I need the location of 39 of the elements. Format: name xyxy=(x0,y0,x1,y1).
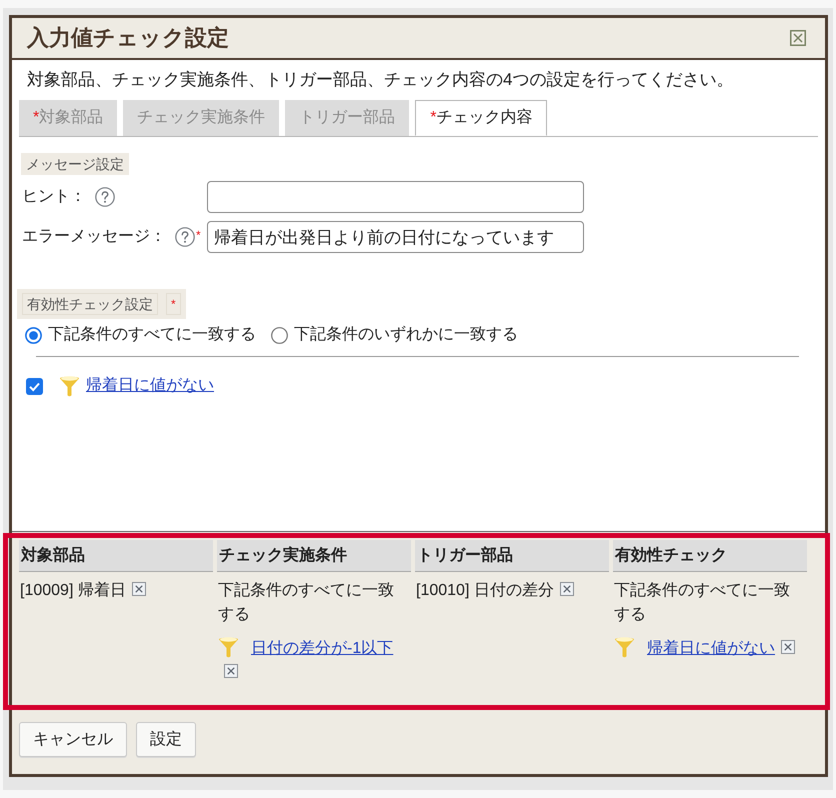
radio-label: 下記条件のいずれかに一致する xyxy=(294,324,518,345)
text-field[interactable]: 帰着日が出発日より前の日付になっています xyxy=(207,221,584,253)
column-header: トリガー部品 xyxy=(415,540,609,572)
section-heading: メッセージ設定 xyxy=(21,153,129,175)
field-label: エラーメッセージ： xyxy=(22,227,166,247)
radio-button[interactable] xyxy=(25,326,42,344)
section-heading: 有効性チェック設定 xyxy=(22,293,158,315)
cell-text: [10009] 帰着日 xyxy=(20,582,126,599)
close-icon[interactable] xyxy=(790,30,806,46)
column-header: 対象部品 xyxy=(19,540,213,572)
help-icon[interactable] xyxy=(175,227,195,247)
condition-link[interactable]: 帰着日に値がない xyxy=(86,375,214,397)
delete-icon[interactable] xyxy=(224,664,238,678)
funnel-icon xyxy=(59,375,80,397)
checkbox[interactable] xyxy=(26,378,43,394)
column-header: チェック実施条件 xyxy=(217,540,411,572)
column-header: 有効性チェック xyxy=(613,540,807,572)
dialog-title: 入力値チェック設定 xyxy=(27,24,229,52)
radio-label: 下記条件のすべてに一致する xyxy=(48,324,256,345)
submit-button[interactable]: 設定 xyxy=(136,722,196,757)
cell-text: 下記条件のすべてに一致する xyxy=(614,582,790,623)
delete-icon[interactable] xyxy=(781,640,795,654)
text-field[interactable] xyxy=(207,181,584,213)
required-mark: * xyxy=(196,229,201,241)
funnel-icon xyxy=(218,636,239,658)
condition-link[interactable]: 帰着日に値がない xyxy=(647,640,775,657)
cancel-button[interactable]: キャンセル xyxy=(19,722,127,757)
delete-icon[interactable] xyxy=(132,582,146,596)
condition-link[interactable]: 日付の差分が-1以下 xyxy=(251,640,394,657)
required-mark: * xyxy=(166,293,181,315)
cell-text: [10010] 日付の差分 xyxy=(416,582,554,599)
cell-text: 下記条件のすべてに一致する xyxy=(218,582,394,623)
description-text: 対象部品、チェック実施条件、トリガー部品、チェック内容の4つの設定を行ってください。 xyxy=(27,69,734,91)
field-label: ヒント： xyxy=(22,187,86,207)
delete-icon[interactable] xyxy=(560,582,574,596)
radio-button[interactable] xyxy=(271,326,288,344)
funnel-icon xyxy=(614,636,635,658)
help-icon[interactable] xyxy=(95,187,115,207)
tab[interactable]: *チェック内容 xyxy=(415,100,548,136)
